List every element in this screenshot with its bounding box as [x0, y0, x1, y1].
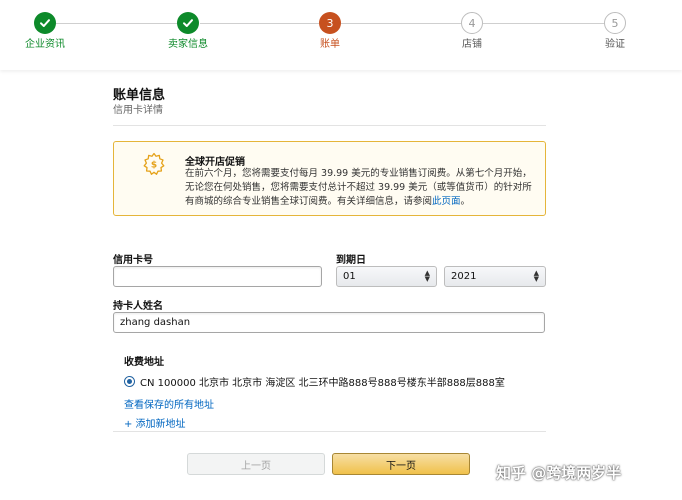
cardholder-label: 持卡人姓名 — [113, 301, 163, 312]
svg-text:$: $ — [151, 161, 157, 171]
gear-badge-icon: $ — [142, 152, 166, 176]
check-icon — [34, 12, 56, 34]
step-number: 5 — [604, 12, 626, 34]
expiry-label: 到期日 — [336, 255, 366, 266]
expiry-year-value: 2021 — [451, 271, 477, 282]
step-seller-info: 卖家信息 — [148, 12, 228, 51]
promo-body: 在前六个月，您将需要支付每月 39.99 美元的专业销售订阅费。从第七个月开始，… — [185, 168, 532, 207]
previous-button[interactable]: 上一页 — [187, 453, 325, 475]
expiry-month-value: 01 — [343, 271, 356, 282]
card-number-input[interactable] — [113, 266, 322, 287]
step-label: 验证 — [605, 39, 625, 50]
step-number: 3 — [319, 12, 341, 34]
step-label: 店铺 — [462, 39, 482, 50]
expiry-year-select[interactable]: 2021 ▲ ▼ — [444, 266, 546, 287]
promo-link[interactable]: 此页面 — [432, 196, 461, 207]
promo-text: 在前六个月，您将需要支付每月 39.99 美元的专业销售订阅费。从第七个月开始，… — [185, 167, 535, 209]
step-verification: 5 验证 — [575, 12, 655, 51]
card-number-label: 信用卡号 — [113, 255, 153, 266]
address-radio[interactable] — [124, 376, 135, 387]
promo-end: 。 — [460, 196, 471, 207]
divider — [113, 125, 546, 126]
promo-title: 全球开店促销 — [185, 157, 245, 168]
step-number: 4 — [461, 12, 483, 34]
step-billing: 3 账单 — [290, 12, 370, 51]
step-label: 卖家信息 — [168, 39, 208, 50]
promo-alert: $ 全球开店促销 在前六个月，您将需要支付每月 39.99 美元的专业销售订阅费… — [113, 141, 546, 216]
check-icon — [177, 12, 199, 34]
sort-arrows-icon: ▲ ▼ — [533, 269, 539, 283]
step-store: 4 店铺 — [432, 12, 512, 51]
page-title: 账单信息 — [113, 88, 166, 103]
sort-arrows-icon: ▲ ▼ — [424, 269, 430, 283]
billing-address-text: CN 100000 北京市 北京市 海淀区 北三环中路888号888号楼东半部8… — [140, 378, 505, 389]
step-label: 账单 — [320, 39, 340, 50]
next-button[interactable]: 下一页 — [332, 453, 470, 475]
page-subtitle: 信用卡详情 — [113, 105, 163, 116]
billing-address-title: 收费地址 — [124, 357, 164, 368]
step-label: 企业资讯 — [25, 39, 65, 50]
progress-stepper: 企业资讯 卖家信息 3 账单 4 店铺 5 验证 — [0, 0, 682, 70]
add-new-address-link[interactable]: + 添加新地址 — [124, 415, 186, 430]
watermark: 知乎 @跨境两岁半 — [496, 464, 622, 482]
step-company-info: 企业资讯 — [5, 12, 85, 51]
divider — [113, 431, 546, 432]
expiry-month-select[interactable]: 01 ▲ ▼ — [336, 266, 437, 287]
billing-header: 账单信息 信用卡详情 — [113, 88, 546, 117]
view-saved-addresses-link[interactable]: 查看保存的所有地址 — [124, 396, 214, 411]
cardholder-name-input[interactable]: zhang dashan — [113, 312, 545, 333]
